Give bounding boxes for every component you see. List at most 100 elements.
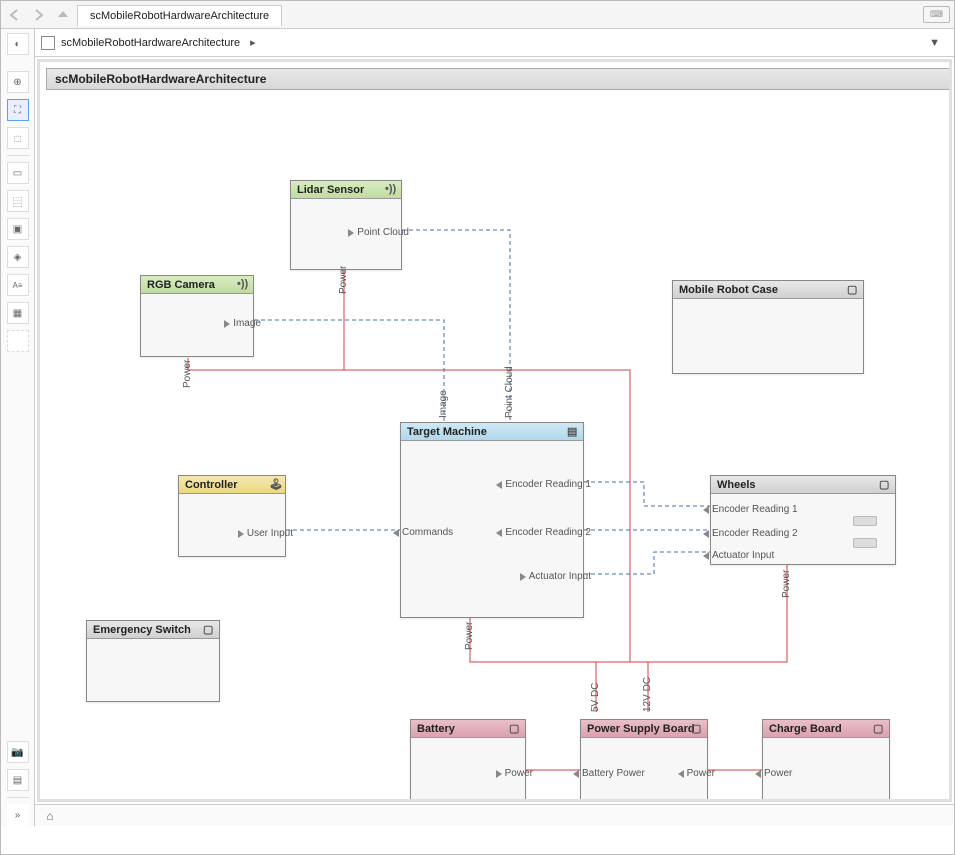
document-tab[interactable]: scMobileRobotHardwareArchitecture (77, 5, 282, 26)
block-title: Mobile Robot Case (679, 284, 778, 296)
block-title: Battery (417, 723, 455, 735)
joystick-icon: 🕹 (269, 478, 281, 490)
block-power-supply-board[interactable]: Power Supply Board▢ Battery Power Power (580, 719, 708, 801)
square-icon: ▢ (873, 722, 885, 734)
top-toolbar: scMobileRobotHardwareArchitecture ⌨ (1, 1, 954, 29)
breadcrumb-bar: scMobileRobotHardwareArchitecture ▸ ▼ (35, 29, 954, 57)
block-rgb-camera[interactable]: RGB Camera•)) Image (140, 275, 254, 357)
camera-button[interactable]: 📷 (7, 741, 29, 763)
port-encoder-2[interactable]: Encoder Reading 2 (703, 528, 798, 539)
square-icon: ▢ (691, 722, 703, 734)
port-commands[interactable]: Commands (393, 527, 453, 538)
square-icon: ▢ (879, 478, 891, 490)
nav-up-button[interactable] (53, 5, 73, 25)
port-label: Power (687, 768, 715, 779)
annotations-button[interactable]: A≡ (7, 274, 29, 296)
label-5v: 5V DC (590, 683, 601, 712)
port-label: User Input (247, 528, 293, 539)
block-header: Lidar Sensor •)) (291, 181, 401, 199)
zoom-normal-button[interactable]: ⬚ (7, 127, 29, 149)
block-header: Mobile Robot Case ▢ (673, 281, 863, 299)
port-label: Encoder Reading 2 (712, 528, 798, 539)
block-title: Power Supply Board (587, 723, 695, 735)
canvas-title: scMobileRobotHardwareArchitecture (55, 72, 266, 86)
label-point-cloud: Point Cloud (504, 366, 515, 418)
block-header: Charge Board▢ (763, 720, 889, 738)
port-power[interactable]: Power (496, 768, 533, 779)
port-encoder-1[interactable]: Encoder Reading 1 (490, 479, 591, 490)
port-label: Actuator Input (712, 550, 774, 561)
port-encoder-2[interactable]: Encoder Reading 2 (490, 527, 591, 538)
port-label: Power (764, 768, 792, 779)
canvas-title-bar: scMobileRobotHardwareArchitecture (46, 68, 952, 90)
block-title: Controller (185, 479, 238, 491)
port-label: Actuator Input (529, 571, 591, 582)
port-label: Encoder Reading 1 (505, 479, 591, 490)
breadcrumb-root[interactable]: scMobileRobotHardwareArchitecture (61, 37, 240, 49)
block-header: Controller 🕹 (179, 476, 285, 494)
expand-button[interactable]: » (7, 804, 29, 826)
block-header: Power Supply Board▢ (581, 720, 707, 738)
square-icon: ▢ (203, 623, 215, 635)
label-power: Power (182, 360, 193, 388)
port-point-cloud[interactable]: Point Cloud (348, 227, 409, 238)
port-actuator[interactable]: Actuator Input (703, 550, 774, 561)
block-title: Lidar Sensor (297, 184, 364, 196)
square-icon: ▢ (847, 283, 859, 295)
block-title: Wheels (717, 479, 756, 491)
block-emergency-switch[interactable]: Emergency Switch ▢ (86, 620, 220, 702)
fit-view-button[interactable]: ⛶ (7, 99, 29, 121)
label-power: Power (781, 570, 792, 598)
block-target-machine[interactable]: Target Machine▤ Commands Encoder Reading… (400, 422, 584, 618)
wheel-icon (853, 516, 877, 526)
model-icon (41, 36, 55, 50)
block-battery[interactable]: Battery▢ Power (410, 719, 526, 801)
side-toolbar: ◐ ⊕ ⛶ ⬚ ▭ ⿳ ▣ ◈ A≡ ▦ 📷 ▤ » (1, 29, 35, 826)
zoom-in-button[interactable]: ⊕ (7, 71, 29, 93)
port-label: Point Cloud (357, 227, 409, 238)
port-power[interactable]: Power (672, 768, 715, 779)
chip-icon: ▤ (567, 425, 579, 437)
port-label: Encoder Reading 2 (505, 527, 591, 538)
image-tool-button[interactable]: ▦ (7, 302, 29, 324)
block-mobile-robot-case[interactable]: Mobile Robot Case ▢ (672, 280, 864, 374)
block-header: Wheels ▢ (711, 476, 895, 494)
block-header: Target Machine ▤ (401, 423, 583, 441)
port-label: Battery Power (582, 768, 645, 779)
port-battery-power[interactable]: Battery Power (573, 768, 645, 779)
port-image[interactable]: Image (224, 318, 261, 329)
view-data-button[interactable]: ◈ (7, 246, 29, 268)
signal-icon: •)) (237, 278, 249, 290)
block-lidar-sensor[interactable]: Lidar Sensor•)) Point Cloud (290, 180, 402, 270)
block-title: Target Machine (407, 426, 487, 438)
view-nested-button[interactable]: ▣ (7, 218, 29, 240)
keyboard-icon: ⌨ (923, 6, 950, 23)
blank-tool-button[interactable] (7, 330, 29, 352)
label-12v: 12V DC (642, 677, 653, 712)
hierarchy-button[interactable]: ⌂ (41, 807, 59, 825)
nav-forward-button[interactable] (29, 5, 49, 25)
port-encoder-1[interactable]: Encoder Reading 1 (703, 504, 798, 515)
view-dropdown[interactable]: ▼ (929, 37, 940, 49)
view-grouped-button[interactable]: ⿳ (7, 190, 29, 212)
block-header: Battery▢ (411, 720, 525, 738)
block-charge-board[interactable]: Charge Board▢ Power (762, 719, 890, 801)
nav-back-button[interactable] (5, 5, 25, 25)
port-power[interactable]: Power (755, 768, 792, 779)
port-actuator[interactable]: Actuator Input (520, 571, 591, 582)
screenshot-button[interactable]: ▤ (7, 769, 29, 791)
block-controller[interactable]: Controller🕹 User Input (178, 475, 286, 557)
block-title: Emergency Switch (93, 624, 191, 636)
diagram-canvas[interactable]: scMobileRobotHardwareArchitecture (37, 59, 952, 802)
port-label: Commands (402, 527, 453, 538)
chevron-right-icon: ▸ (250, 36, 256, 49)
view-top-button[interactable]: ▭ (7, 162, 29, 184)
block-title: RGB Camera (147, 279, 215, 291)
block-header: Emergency Switch ▢ (87, 621, 219, 639)
label-power: Power (464, 622, 475, 650)
port-user-input[interactable]: User Input (238, 528, 293, 539)
hide-browser-button[interactable]: ◐ (7, 33, 29, 55)
wheel-icon (853, 538, 877, 548)
signal-icon: •)) (385, 183, 397, 195)
block-wheels[interactable]: Wheels▢ Encoder Reading 1 Encoder Readin… (710, 475, 896, 565)
